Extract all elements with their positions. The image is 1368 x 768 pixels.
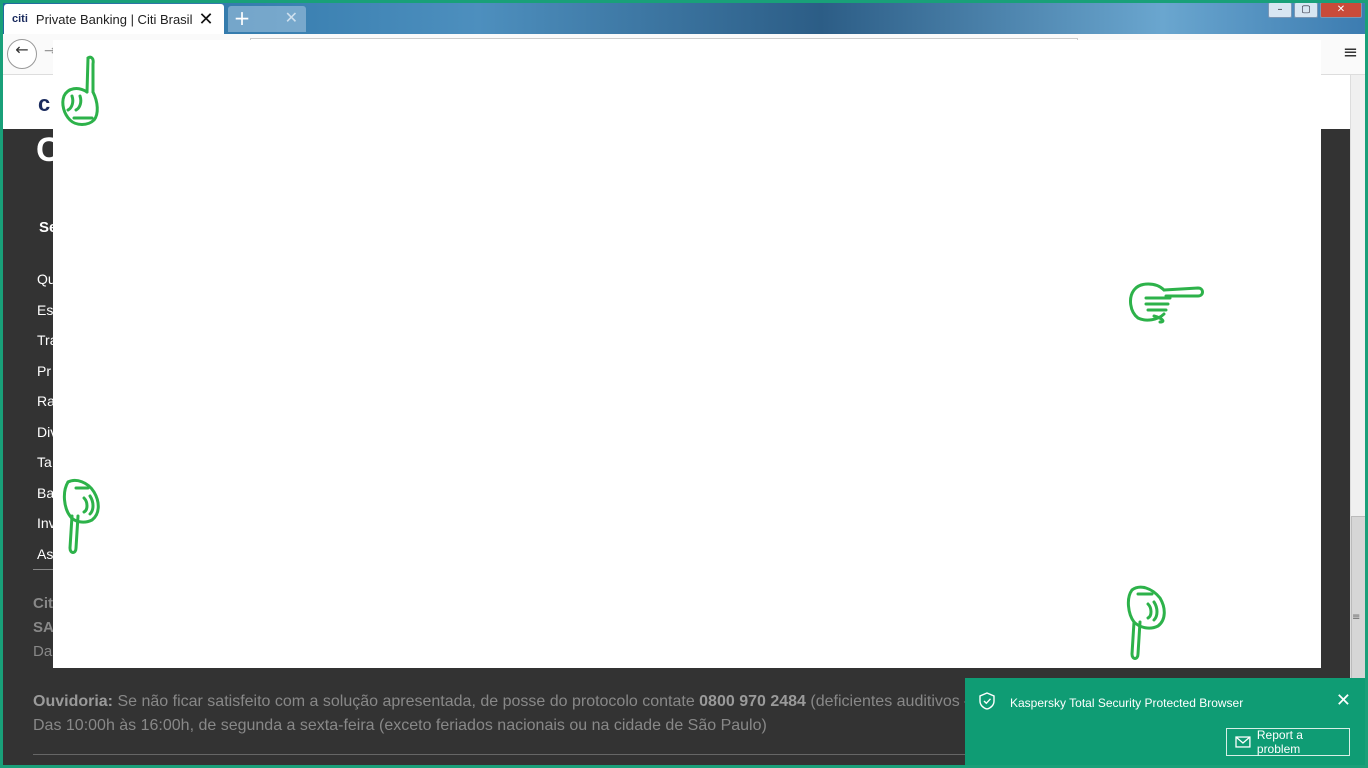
ouvidoria-hours: Das 10:00h às 16:00h, de segunda a sexta…: [33, 717, 767, 734]
hand-pointing-down-icon: [62, 478, 100, 554]
maximize-button[interactable]: ▢: [1294, 2, 1318, 18]
blank-overlay-panel: [53, 40, 1321, 668]
browser-tab-bar: citi Private Banking | Citi Brasil ✕ ✕ +…: [0, 0, 1368, 34]
hand-pointing-down-icon: [1126, 585, 1166, 660]
ouvidoria-info: Ouvidoria: Se não ficar satisfeito com a…: [33, 690, 973, 738]
citi-favicon-icon: citi: [12, 13, 28, 25]
ouvidoria-text: Se não ficar satisfeito com a solução ap…: [113, 693, 700, 710]
divider: [33, 754, 973, 755]
minimize-button[interactable]: –: [1268, 2, 1292, 18]
hamburger-menu-icon[interactable]: ≡: [1343, 42, 1358, 63]
notification-close-icon[interactable]: ✕: [1336, 690, 1351, 711]
tab-private-banking[interactable]: citi Private Banking | Citi Brasil ✕: [4, 4, 224, 34]
back-button[interactable]: ←: [7, 39, 37, 69]
envelope-icon: [1235, 736, 1251, 748]
window-controls: – ▢ ✕: [1266, 2, 1362, 18]
report-problem-button[interactable]: Report a problem: [1226, 728, 1350, 756]
hand-pointing-right-icon: [1129, 282, 1204, 324]
scrollbar-grip-icon: ≡: [1352, 612, 1361, 623]
tab-close-icon[interactable]: ✕: [196, 9, 216, 30]
kaspersky-notification: Kaspersky Total Security Protected Brows…: [965, 678, 1365, 766]
tab-title: Private Banking | Citi Brasil: [35, 11, 193, 27]
new-tab-button[interactable]: +: [232, 6, 252, 30]
report-problem-label: Report a problem: [1256, 728, 1303, 756]
window-close-button[interactable]: ✕: [1320, 2, 1362, 18]
notification-title: Kaspersky Total Security Protected Brows…: [1010, 696, 1244, 710]
ouvidoria-text-2: (deficientes auditivos –: [805, 693, 974, 710]
citi-logo[interactable]: c: [38, 91, 50, 117]
hand-pointing-up-icon: [61, 55, 99, 126]
shield-check-icon: [979, 692, 995, 710]
ouvidoria-phone[interactable]: 0800 970 2484: [699, 693, 806, 710]
ouvidoria-label: Ouvidoria:: [33, 693, 114, 710]
company-hours: Da: [33, 643, 53, 660]
background-tab-close-icon[interactable]: ✕: [285, 8, 298, 27]
company-suffix: SA: [33, 619, 54, 636]
company-name: Cit: [33, 595, 53, 612]
